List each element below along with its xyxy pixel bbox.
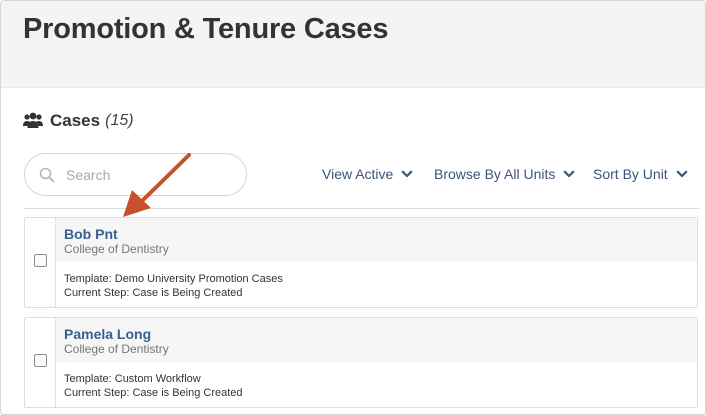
case-name-link[interactable]: Bob Pnt	[64, 226, 118, 242]
chevron-down-icon	[401, 170, 413, 178]
browse-units-dropdown[interactable]: Browse By All Units	[434, 166, 575, 182]
sort-by-unit-dropdown[interactable]: Sort By Unit	[593, 166, 688, 182]
case-select-column	[25, 218, 56, 307]
app-frame: Promotion & Tenure Cases Cases (15) View…	[0, 0, 706, 415]
sort-by-unit-label: Sort By Unit	[593, 166, 668, 182]
case-current-step: Current Step: Case is Being Created	[64, 287, 243, 299]
users-icon	[23, 112, 43, 128]
cases-label: Cases	[50, 111, 101, 130]
cases-count: (15)	[105, 112, 134, 129]
case-select-column	[25, 318, 56, 407]
case-unit: College of Dentistry	[64, 342, 169, 356]
view-active-dropdown[interactable]: View Active	[322, 166, 413, 182]
case-unit: College of Dentistry	[64, 242, 169, 256]
case-card: Pamela Long College of Dentistry Templat…	[24, 317, 698, 408]
page-title: Promotion & Tenure Cases	[23, 13, 389, 45]
case-name-link[interactable]: Pamela Long	[64, 326, 151, 342]
cases-heading: Cases (15)	[23, 111, 134, 131]
chevron-down-icon	[563, 170, 575, 178]
case-checkbox[interactable]	[34, 254, 47, 267]
chevron-down-icon	[676, 170, 688, 178]
case-template: Template: Demo University Promotion Case…	[64, 273, 283, 285]
view-active-label: View Active	[322, 166, 394, 182]
search-icon	[39, 167, 55, 182]
case-card: Bob Pnt College of Dentistry Template: D…	[24, 217, 698, 308]
case-checkbox[interactable]	[34, 354, 47, 367]
browse-units-label: Browse By All Units	[434, 166, 556, 182]
annotation-arrow-icon	[123, 153, 191, 217]
case-template: Template: Custom Workflow	[64, 373, 201, 385]
page-header: Promotion & Tenure Cases	[1, 1, 705, 88]
case-current-step: Current Step: Case is Being Created	[64, 387, 243, 399]
